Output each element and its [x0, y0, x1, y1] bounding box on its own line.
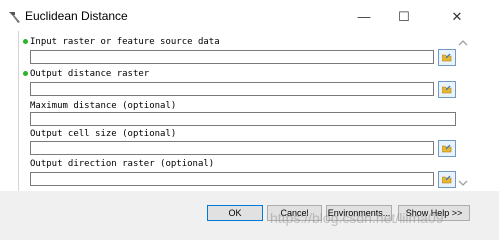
- required-indicator: [23, 71, 28, 76]
- maximize-button[interactable]: ☐: [389, 6, 419, 28]
- output-distance-field[interactable]: [30, 82, 434, 96]
- output-cell-size-label: Output cell size (optional): [30, 129, 177, 139]
- minimize-button[interactable]: —: [349, 6, 379, 28]
- open-folder-icon: [442, 85, 452, 94]
- output-direction-label: Output direction raster (optional): [30, 159, 215, 169]
- required-indicator: [23, 39, 28, 44]
- close-button[interactable]: ✕: [442, 6, 472, 28]
- title-bar: Euclidean Distance — ☐ ✕: [0, 0, 499, 32]
- vertical-scrollbar[interactable]: [454, 31, 472, 191]
- hammer-icon: [9, 12, 20, 23]
- output-distance-label: Output distance raster: [30, 69, 150, 79]
- environments-button[interactable]: Environments...: [326, 205, 392, 221]
- parameters-panel: Input raster or feature source data Outp…: [18, 31, 459, 191]
- input-raster-label: Input raster or feature source data: [30, 37, 220, 47]
- maximum-distance-field[interactable]: [30, 112, 456, 126]
- open-folder-icon: [442, 175, 452, 184]
- open-folder-icon: [442, 53, 452, 62]
- output-direction-field[interactable]: [30, 172, 434, 186]
- chevron-down-icon[interactable]: [458, 179, 468, 187]
- window-title: Euclidean Distance: [25, 9, 128, 23]
- input-raster-field[interactable]: [30, 50, 434, 64]
- cancel-button[interactable]: Cancel: [267, 205, 322, 221]
- maximum-distance-label: Maximum distance (optional): [30, 101, 177, 111]
- show-help-button[interactable]: Show Help >>: [398, 205, 470, 221]
- ok-button[interactable]: OK: [207, 205, 263, 221]
- chevron-up-icon[interactable]: [458, 39, 468, 47]
- output-cell-size-field[interactable]: [30, 141, 434, 155]
- open-folder-icon: [442, 144, 452, 153]
